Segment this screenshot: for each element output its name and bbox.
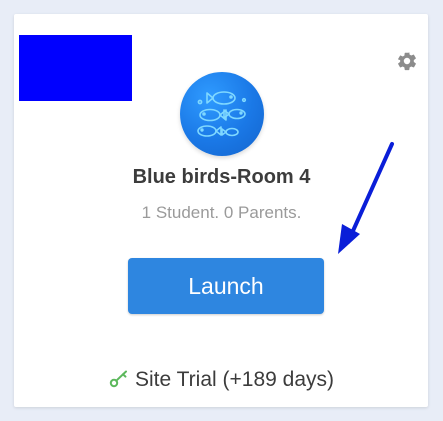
launch-button[interactable]: Launch [128,258,324,314]
fish-avatar-icon [197,91,247,137]
key-icon [109,370,127,388]
class-avatar [180,72,264,156]
gear-icon[interactable] [396,50,418,72]
redacted-region [19,35,132,101]
trial-status: Site Trial (+189 days) [0,368,443,392]
trial-label: Site Trial (+189 days) [134,368,334,391]
annotation-arrow [338,142,394,254]
